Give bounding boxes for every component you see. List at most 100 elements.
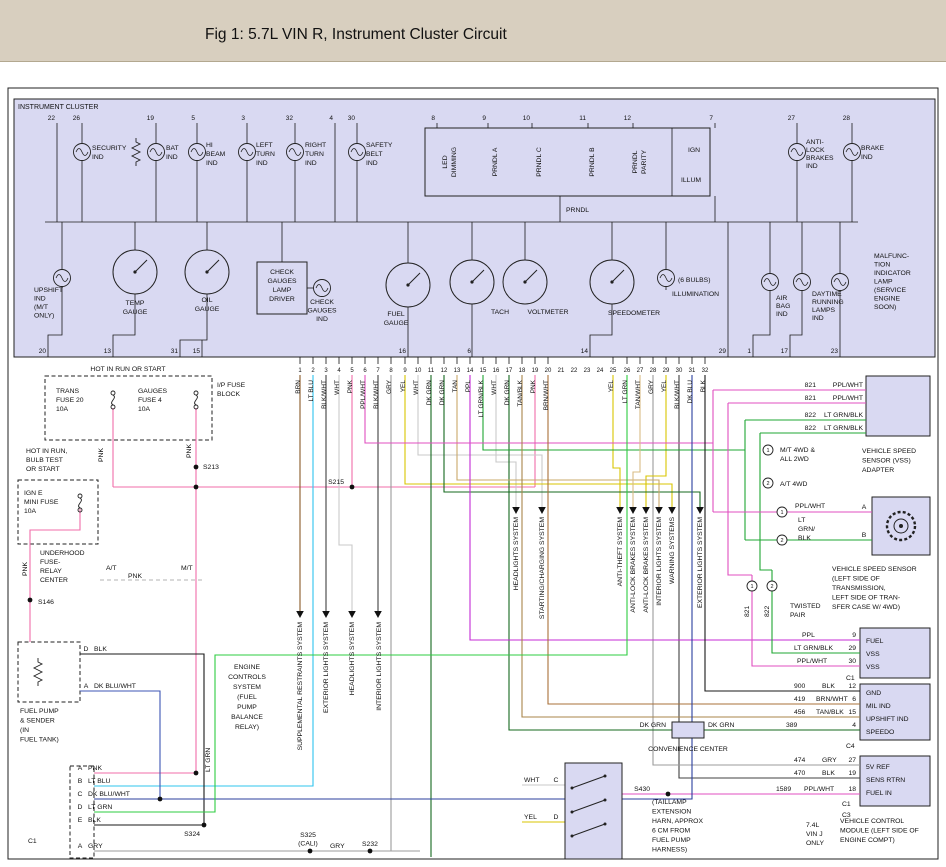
label-ppl-wht: PPL/WHT (833, 382, 863, 389)
system-arrow-icon (629, 507, 637, 514)
label-fuel-pump-sender-in-fuel-tank: FUEL PUMP& SENDER(INFUEL TANK) (20, 708, 59, 744)
label-tach: TACH (491, 309, 509, 316)
label-6-bulbs: (6 BULBS) (678, 277, 710, 284)
fuse-terminal-icon (78, 494, 82, 498)
label-21: 21 (558, 368, 565, 374)
splice-dot (350, 485, 355, 490)
label-twisted-pair: TWISTEDPAIR (790, 603, 821, 619)
label-1: 1 (298, 368, 302, 374)
label-b: B (862, 532, 867, 539)
label-5v-ref: 5V REF (866, 764, 890, 771)
label-4: 4 (852, 722, 856, 729)
label-822: 822 (805, 412, 817, 419)
label-31: 31 (689, 368, 696, 374)
label-3: 3 (324, 368, 328, 374)
label-instrument-cluster: INSTRUMENT CLUSTER (18, 104, 98, 111)
splice-dot (202, 823, 207, 828)
label-dk-grn: DK GRN (640, 722, 667, 729)
label-yel: YEL (608, 380, 615, 393)
label-speedo: SPEEDO (866, 729, 894, 736)
gauge-pivot-icon (610, 280, 613, 283)
label-i-p-fuse-block: I/P FUSEBLOCK (217, 382, 246, 398)
label-18: 18 (848, 786, 856, 793)
label-27: 27 (637, 368, 644, 374)
splice-dot (666, 792, 671, 797)
label-ppl-wht: PPL/WHT (797, 658, 827, 665)
fuse-terminal-icon (194, 391, 198, 395)
label-ppl-wht: PPL/WHT (804, 786, 834, 793)
label-30: 30 (848, 658, 856, 665)
label-brn-wht: BRN/WHT (543, 380, 550, 410)
label-tan-blk: TAN/BLK (517, 379, 524, 406)
label-7: 7 (376, 368, 380, 374)
label-prndl-c: PRNDL C (536, 147, 543, 177)
label-supplemental-restraints-system: SUPPLEMENTAL RESTRAINTS SYSTEM (297, 622, 304, 751)
label-s215: S215 (328, 479, 344, 486)
label-tan-wht: TAN/WHT (635, 380, 642, 409)
label-821: 821 (805, 382, 817, 389)
wire-dkblu-85 (94, 375, 692, 799)
label-2: 2 (311, 368, 315, 374)
label-ppl-wht: PPL/WHT (833, 395, 863, 402)
label-12: 12 (848, 683, 856, 690)
label-a: A (84, 683, 89, 690)
wire-wht-47 (339, 375, 352, 612)
label-9: 9 (482, 115, 486, 122)
splice-dot (194, 485, 199, 490)
label-13: 13 (454, 368, 461, 374)
fuse-terminal-icon (111, 391, 115, 395)
label-speedometer: SPEEDOMETER (608, 310, 660, 317)
system-arrow-icon (296, 611, 304, 618)
label-lt-grn-blk: LT GRN/BLK (824, 412, 863, 419)
label-3: 3 (241, 115, 245, 122)
label-dk-grn: DK GRN (426, 380, 433, 406)
system-arrow-icon (374, 611, 382, 618)
label-upshift-ind: UPSHIFT IND (866, 716, 909, 723)
system-arrow-icon (655, 507, 663, 514)
label-28: 28 (650, 368, 657, 374)
vss-sensor-center-icon (899, 524, 903, 528)
splice-dot (158, 797, 163, 802)
label-interior-lights-system: INTERIOR LIGHTS SYSTEM (656, 517, 663, 606)
label-underhood-fuse-relay-center: UNDERHOODFUSE-RELAYCENTER (40, 550, 85, 584)
label-s325-cali: S325(CALI) (298, 832, 318, 848)
switch-contact-icon (571, 811, 574, 814)
label-lt-grn-blk: LT GRN/BLK (478, 379, 485, 417)
label-gry: GRY (648, 379, 655, 394)
label-pnk: PNK (347, 379, 354, 393)
label-11: 11 (579, 115, 586, 122)
label-13: 13 (104, 348, 112, 355)
label-vehicle-control-module-left-side-o: VEHICLE CONTROLMODULE (LEFT SIDE OFENGIN… (840, 818, 919, 844)
label-voltmeter: VOLTMETER (527, 309, 568, 316)
label-15: 15 (193, 348, 201, 355)
label-illum: ILLUM (681, 177, 701, 184)
label-389: 389 (786, 722, 798, 729)
label-fuel: FUEL (866, 638, 884, 645)
label-vehicle-speed-sensor-vss-adapter: VEHICLE SPEEDSENSOR (VSS)ADAPTER (862, 448, 916, 474)
label-hot-in-run-bulb-test-or-start: HOT IN RUN,BULB TESTOR START (26, 448, 68, 473)
label-dk-grn: DK GRN (708, 722, 735, 729)
label-e: E (78, 817, 83, 824)
label-30: 30 (676, 368, 683, 374)
label-tan-blk: TAN/BLK (816, 709, 844, 716)
label-gry: GRY (386, 379, 393, 394)
label-headlights-system: HEADLIGHTS SYSTEM (349, 622, 356, 696)
vss-adapter-box (866, 376, 930, 436)
label-pnk: PNK (186, 444, 193, 458)
label-9: 9 (852, 632, 856, 639)
label-11: 11 (428, 368, 435, 374)
label-6: 6 (363, 368, 367, 374)
label-ppl-wht: PPL/WHT (360, 380, 367, 409)
page: Fig 1: 5.7L VIN R, Instrument Cluster Ci… (0, 0, 946, 867)
label-exterior-lights-system: EXTERIOR LIGHTS SYSTEM (697, 517, 704, 608)
label-1: 1 (780, 510, 783, 516)
label-a: A (78, 843, 83, 850)
wire-pnk-41 (30, 509, 80, 544)
label-26: 26 (624, 368, 631, 374)
label-25: 25 (610, 368, 617, 374)
system-arrow-icon (616, 507, 624, 514)
label-prndl: PRNDL (632, 150, 639, 173)
label-2: 2 (780, 538, 783, 544)
label-warning-systems: WARNING SYSTEMS (669, 517, 676, 584)
label-a-t: A/T (106, 565, 117, 572)
